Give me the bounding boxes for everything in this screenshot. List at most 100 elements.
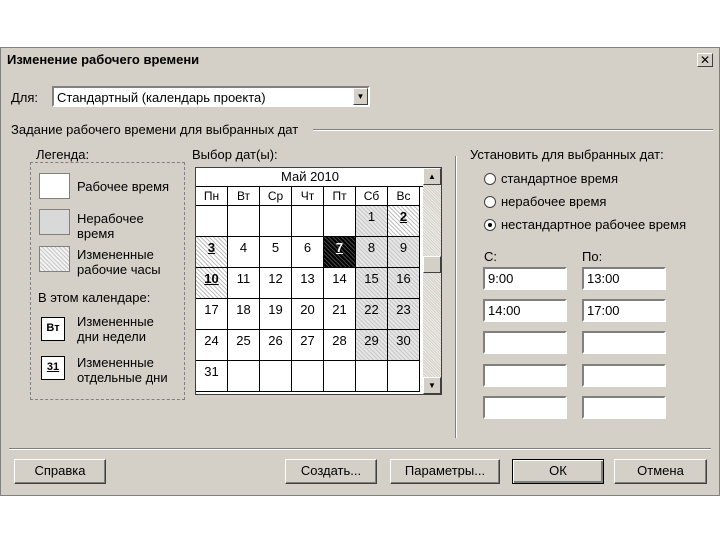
calendar-day-cell[interactable]: 10 <box>196 268 228 299</box>
calendar-select[interactable]: Стандартный (календарь проекта) ▼ <box>52 86 370 107</box>
weekday-header: Ср <box>260 187 292 206</box>
to-label: По: <box>582 249 603 264</box>
calendar-day-cell[interactable]: 9 <box>388 237 420 268</box>
to-field-2[interactable]: 17:00 <box>582 299 666 322</box>
calendar-day-cell[interactable]: 1 <box>356 206 388 237</box>
calendar-week-row: 24 25 26 27 28 29 30 <box>196 330 424 361</box>
bottom-divider <box>9 448 711 450</box>
weekday-header: Пт <box>324 187 356 206</box>
calendar-day-cell[interactable]: 8 <box>356 237 388 268</box>
help-button[interactable]: Справка <box>14 459 106 484</box>
calendar-scrollbar[interactable]: ▲ ▼ <box>423 168 441 394</box>
from-field-3[interactable] <box>483 331 567 354</box>
radio-custom-label[interactable]: нестандартное рабочее время <box>501 217 686 232</box>
calendar-day-cell[interactable] <box>324 361 356 392</box>
to-field-3[interactable] <box>582 331 666 354</box>
weekday-header: Вт <box>228 187 260 206</box>
calendar-day-cell[interactable]: 27 <box>292 330 324 361</box>
changed-hours-swatch <box>39 246 70 272</box>
calendar-day-cell[interactable]: 28 <box>324 330 356 361</box>
calendar-select-value: Стандартный (календарь проекта) <box>57 90 266 105</box>
legend-title: Легенда: <box>36 147 90 162</box>
from-field-5[interactable] <box>483 396 567 419</box>
calendar-day-cell[interactable]: 5 <box>260 237 292 268</box>
scroll-up-button[interactable]: ▲ <box>423 168 441 185</box>
calendar-day-cell[interactable] <box>228 361 260 392</box>
dialog-title: Изменение рабочего времени ✕ <box>3 50 717 70</box>
calendar-day-cell[interactable]: 14 <box>324 268 356 299</box>
calendar-day-cell[interactable]: 2 <box>388 206 420 237</box>
calendar-day-cell[interactable]: 20 <box>292 299 324 330</box>
calendar-day-cell[interactable] <box>228 206 260 237</box>
calendar-day-cell[interactable]: 17 <box>196 299 228 330</box>
calendar-day-cell[interactable]: 24 <box>196 330 228 361</box>
calendar-day-cell[interactable] <box>292 206 324 237</box>
legend-changed-label: Измененные рабочие часы <box>77 247 161 277</box>
weekday-header: Чт <box>292 187 324 206</box>
calendar-day-cell[interactable]: 21 <box>324 299 356 330</box>
calendar-week-row: 31 <box>196 361 424 392</box>
cancel-button[interactable]: Отмена <box>614 459 707 484</box>
set-dates-title: Установить для выбранных дат: <box>470 147 664 162</box>
radio-nonworking-label[interactable]: нерабочее время <box>501 194 606 209</box>
from-field-2[interactable]: 14:00 <box>483 299 567 322</box>
calendar-day-cell[interactable] <box>196 206 228 237</box>
legend-nonworking-label: Нерабочее время <box>77 211 144 241</box>
radio-standard[interactable] <box>484 173 496 185</box>
section-divider <box>313 129 713 131</box>
calendar-day-cell[interactable]: 13 <box>292 268 324 299</box>
calendar-day-cell[interactable]: 11 <box>228 268 260 299</box>
calendar-day-cell[interactable]: 15 <box>356 268 388 299</box>
calendar-day-cell[interactable]: 3 <box>196 237 228 268</box>
section-title: Задание рабочего времени для выбранных д… <box>11 122 299 137</box>
for-label: Для: <box>11 90 39 105</box>
close-button[interactable]: ✕ <box>697 53 713 67</box>
calendar-day-cell[interactable]: 22 <box>356 299 388 330</box>
chevron-down-icon[interactable]: ▼ <box>353 88 368 105</box>
calendar-body: 1 2 3 4 5 6 7 8 9 10 11 12 13 14 15 16 17 18 19 20 21 22 23 24 2… <box>196 206 424 392</box>
legend-changed-weekdays-label: Измененные дни недели <box>77 314 154 344</box>
weekday-header: Пн <box>196 187 228 206</box>
create-button[interactable]: Создать... <box>285 459 377 484</box>
calendar-day-cell[interactable] <box>324 206 356 237</box>
calendar-month-label: Май 2010 <box>196 168 424 187</box>
calendar-day-cell[interactable]: 16 <box>388 268 420 299</box>
legend-changed-days-label: Измененные отдельные дни <box>77 355 168 385</box>
calendar-day-cell[interactable]: 29 <box>356 330 388 361</box>
ok-button[interactable]: ОК <box>512 459 604 484</box>
calendar-day-cell[interactable] <box>260 206 292 237</box>
calendar-day-cell[interactable] <box>388 361 420 392</box>
calendar-day-cell[interactable]: 31 <box>196 361 228 392</box>
radio-standard-label[interactable]: стандартное время <box>501 171 618 186</box>
from-field-1[interactable]: 9:00 <box>483 267 567 290</box>
calendar-day-cell[interactable]: 26 <box>260 330 292 361</box>
calendar-day-cell[interactable]: 18 <box>228 299 260 330</box>
to-field-4[interactable] <box>582 364 666 387</box>
options-button[interactable]: Параметры... <box>390 459 500 484</box>
calendar-week-row: 17 18 19 20 21 22 23 <box>196 299 424 330</box>
radio-nonworking[interactable] <box>484 196 496 208</box>
calendar-day-cell[interactable] <box>292 361 324 392</box>
legend-working-label: Рабочее время <box>77 179 170 194</box>
to-field-1[interactable]: 13:00 <box>582 267 666 290</box>
working-time-swatch <box>39 173 70 199</box>
from-field-4[interactable] <box>483 364 567 387</box>
calendar-day-cell[interactable]: 25 <box>228 330 260 361</box>
scroll-down-button[interactable]: ▼ <box>423 377 441 394</box>
radio-custom[interactable] <box>484 219 496 231</box>
calendar-day-cell[interactable]: 23 <box>388 299 420 330</box>
calendar-day-cell[interactable] <box>260 361 292 392</box>
calendar-day-cell[interactable] <box>356 361 388 392</box>
calendar-day-cell[interactable]: 7 <box>324 237 356 268</box>
calendar-day-cell[interactable]: 30 <box>388 330 420 361</box>
scroll-thumb[interactable] <box>423 256 441 273</box>
calendar-day-cell[interactable]: 19 <box>260 299 292 330</box>
calendar-week-row: 10 11 12 13 14 15 16 <box>196 268 424 299</box>
nonworking-time-swatch <box>39 209 70 235</box>
calendar-day-cell[interactable]: 6 <box>292 237 324 268</box>
calendar-day-cell[interactable]: 4 <box>228 237 260 268</box>
calendar-day-cell[interactable]: 12 <box>260 268 292 299</box>
to-field-5[interactable] <box>582 396 666 419</box>
calendar-week-row: 12 <box>196 206 424 237</box>
in-calendar-title: В этом календаре: <box>38 290 151 305</box>
